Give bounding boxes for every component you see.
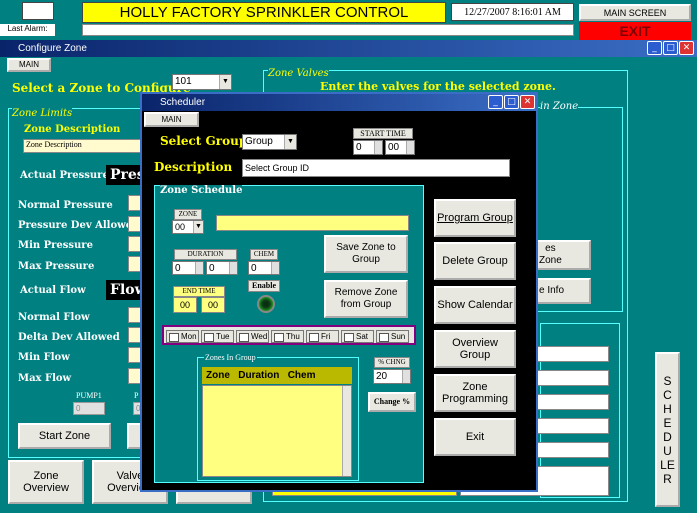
last-alarm-field <box>82 24 574 36</box>
chem-spinner[interactable]: 0 <box>248 261 280 275</box>
valve-field-3[interactable] <box>537 394 609 410</box>
delete-group-button[interactable]: Delete Group <box>434 242 516 280</box>
minimize-icon[interactable]: _ <box>647 41 662 55</box>
configure-main-tab[interactable]: MAIN <box>7 58 51 72</box>
scheduler-main-tab[interactable]: MAIN <box>144 112 199 127</box>
day-checkbox-mon[interactable]: Mon <box>166 330 199 343</box>
actual-pressure-label: Actual Pressure <box>20 170 109 181</box>
pct-chng-label: % CHNG <box>374 357 410 368</box>
day-checkbox-sun[interactable]: Sun <box>376 330 409 343</box>
valve-field-1[interactable] <box>537 346 609 362</box>
min-flow-label: Min Flow <box>18 352 70 363</box>
start-hour-spinner[interactable]: 0 <box>353 140 383 155</box>
zone-schedule-legend: Zone Schedule <box>160 185 243 196</box>
valve-field-5[interactable] <box>537 442 609 458</box>
day-checkbox-tue[interactable]: Tue <box>201 330 234 343</box>
exit-button[interactable]: EXIT <box>579 22 691 40</box>
minimize-icon[interactable]: _ <box>488 95 503 109</box>
logo-box <box>22 2 54 20</box>
duration-sec-spinner[interactable]: 0 <box>206 261 238 275</box>
scheduler-exit-button[interactable]: Exit <box>434 418 516 456</box>
program-group-button[interactable]: Program Group <box>434 199 516 237</box>
pump2-label: P <box>134 391 139 400</box>
enable-toggle-icon[interactable] <box>257 295 275 313</box>
duration-label: DURATION <box>174 249 237 260</box>
zone-small-label: ZONE <box>174 209 202 220</box>
last-alarm-label: Last Alarm: <box>0 24 55 36</box>
remove-zone-button[interactable]: Remove Zone from Group <box>324 280 408 318</box>
pump1-field[interactable]: 0 <box>73 402 105 415</box>
end-time-label: END TIME <box>173 286 225 297</box>
scheduler-titlebar: Scheduler <box>142 94 536 111</box>
in-zone-legend: in Zone <box>540 101 579 112</box>
zone-overview-button[interactable]: Zone Overview <box>8 460 84 504</box>
day-checkbox-wed[interactable]: Wed <box>236 330 269 343</box>
end-hour-field: 00 <box>173 297 197 313</box>
maximize-icon[interactable]: □ <box>663 41 678 55</box>
change-pct-button[interactable]: Change % <box>368 392 416 412</box>
close-icon[interactable]: ✕ <box>520 95 535 109</box>
zone-info-button[interactable]: e Info <box>535 278 591 304</box>
scheduler-window: Scheduler _ □ ✕ MAIN Select Group Group ▼… <box>140 92 538 492</box>
pump1-label: PUMP1 <box>76 391 102 400</box>
day-checkbox-sat[interactable]: Sat <box>341 330 374 343</box>
end-min-field: 00 <box>201 297 225 313</box>
zone-name-field[interactable] <box>216 215 409 231</box>
main-screen-button[interactable]: MAIN SCREEN <box>579 4 691 21</box>
maximize-icon[interactable]: □ <box>504 95 519 109</box>
overview-group-button[interactable]: Overview Group <box>434 330 516 368</box>
pct-chng-spinner[interactable]: 20 <box>373 369 411 384</box>
save-zone-button[interactable]: Save Zone to Group <box>324 235 408 273</box>
zone-number-select[interactable]: 00 ▼ <box>172 220 204 234</box>
valves-zone-button[interactable]: es Zone <box>535 240 591 270</box>
chem-label: CHEM <box>250 249 278 260</box>
group-select[interactable]: Group ▼ <box>242 134 297 150</box>
delta-dev-label: Delta Dev Allowed <box>18 332 120 343</box>
col-duration-header: Duration <box>238 370 280 381</box>
actual-flow-label: Actual Flow <box>20 285 86 296</box>
close-icon[interactable]: ✕ <box>679 41 694 55</box>
zone-valves-legend: Zone Valves <box>268 68 329 79</box>
day-checkbox-fri[interactable]: Fri <box>306 330 339 343</box>
duration-min-spinner[interactable]: 0 <box>172 261 204 275</box>
datetime-display: 12/27/2007 8:16:01 AM <box>451 3 574 21</box>
zone-description-label: Zone Description <box>24 124 121 135</box>
start-zone-button[interactable]: Start Zone <box>18 423 111 449</box>
day-checkbox-thu[interactable]: Thu <box>271 330 304 343</box>
enable-label: Enable <box>248 280 280 292</box>
valve-field-4[interactable] <box>537 418 609 434</box>
zone-programming-button[interactable]: Zone Programming <box>434 374 516 412</box>
configure-zone-titlebar: Configure Zone <box>0 40 697 57</box>
zones-list-scrollbar[interactable] <box>342 386 351 476</box>
description-field[interactable]: Select Group ID <box>242 159 510 177</box>
zones-list[interactable] <box>202 385 352 477</box>
chevron-down-icon: ▼ <box>284 135 296 149</box>
zone-select[interactable]: 101 ▼ <box>172 74 232 90</box>
max-flow-label: Max Flow <box>18 373 72 384</box>
chevron-down-icon: ▼ <box>219 75 231 89</box>
zone-limits-legend: Zone Limits <box>12 108 73 119</box>
start-time-label: START TIME <box>353 128 413 139</box>
col-chem-header: Chem <box>287 370 316 381</box>
description-label: Description <box>154 160 233 174</box>
normal-pressure-label: Normal Pressure <box>18 200 113 211</box>
col-zone-header: Zone <box>206 370 230 381</box>
start-min-spinner[interactable]: 00 <box>385 140 415 155</box>
days-row: Mon Tue Wed Thu Fri Sat Sun <box>162 325 416 345</box>
zone-description-field[interactable]: Zone Description <box>23 139 143 153</box>
app-title: HOLLY FACTORY SPRINKLER CONTROL <box>82 2 446 23</box>
pressure-dev-label: Pressure Dev Allowed <box>18 220 140 231</box>
normal-flow-label: Normal Flow <box>18 312 90 323</box>
min-pressure-label: Min Pressure <box>18 240 93 251</box>
chevron-down-icon: ▼ <box>193 221 203 233</box>
valve-field-2[interactable] <box>537 370 609 386</box>
scheduler-side-button[interactable]: SC HE DU LER <box>655 352 680 507</box>
zones-in-group-legend: Zones In Group <box>204 353 257 362</box>
zones-list-header: Zone Duration Chem <box>202 367 352 384</box>
max-pressure-label: Max Pressure <box>18 261 95 272</box>
select-group-label: Select Group <box>160 134 248 148</box>
show-calendar-button[interactable]: Show Calendar <box>434 286 516 324</box>
